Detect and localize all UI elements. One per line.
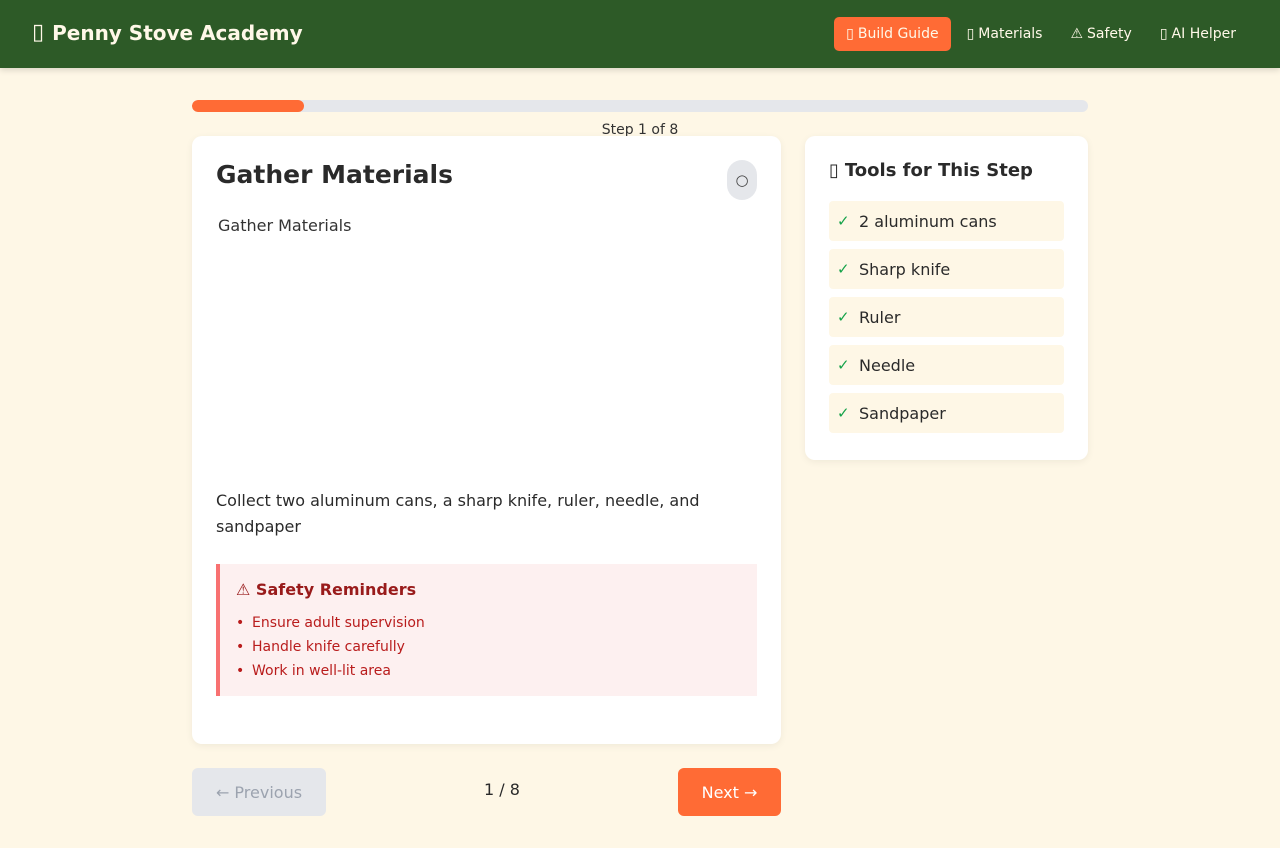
step-image: Gather Materials — [216, 216, 757, 466]
check-icon: ✓ — [837, 356, 850, 374]
tools-title: ▯ Tools for This Step — [829, 160, 1033, 181]
safety-list: • Ensure adult supervision • Handle knife … — [236, 611, 741, 683]
previous-button[interactable]: ← Previous — [192, 768, 326, 816]
page-indicator: 1 / 8 — [484, 780, 520, 799]
materials-icon: ▯ — [966, 26, 975, 42]
tool-item: ✓ Needle — [829, 345, 1064, 385]
tools-panel: ▯ Tools for This Step ✓ 2 aluminum cans ✓… — [805, 136, 1088, 460]
check-icon: ✓ — [837, 308, 850, 326]
circle-icon: ○ — [735, 171, 749, 189]
step-title: Gather Materials — [216, 160, 453, 189]
broken-image-placeholder: Gather Materials — [216, 216, 757, 235]
build-guide-icon: ▯ — [846, 26, 854, 42]
nav-label: Safety — [1087, 26, 1132, 42]
mark-complete-button[interactable]: ○ — [727, 160, 757, 200]
ai-helper-icon: ▯ — [1159, 26, 1168, 42]
step-description: Collect two aluminum cans, a sharp knife… — [216, 491, 700, 536]
brand-logo-icon: ▯ — [32, 20, 45, 45]
progress-bar — [192, 100, 1088, 112]
check-icon: ✓ — [837, 260, 850, 278]
brand[interactable]: ▯ Penny Stove Academy — [32, 20, 303, 45]
tool-item: ✓ Sandpaper — [829, 393, 1064, 433]
tool-item: ✓ 2 aluminum cans — [829, 201, 1064, 241]
safety-reminders-box: ⚠ Safety Reminders • Ensure adult supervi… — [216, 564, 757, 696]
nav-label: AI Helper — [1171, 26, 1236, 42]
top-navigation-bar: ▯ Penny Stove Academy ▯ Build Guide ▯ Ma… — [0, 0, 1280, 68]
nav-ai-helper[interactable]: ▯ AI Helper — [1148, 17, 1248, 51]
check-icon: ✓ — [837, 404, 850, 422]
main-nav: ▯ Build Guide ▯ Materials ⚠ Safety ▯ AI … — [834, 17, 1248, 51]
tools-icon: ▯ — [829, 160, 839, 181]
nav-label: Build Guide — [857, 26, 939, 42]
nav-materials[interactable]: ▯ Materials — [955, 17, 1055, 51]
safety-item: • Ensure adult supervision — [236, 615, 425, 631]
next-button[interactable]: Next → — [678, 768, 781, 816]
safety-item: • Work in well-lit area — [236, 663, 391, 679]
step-card: Gather Materials ○ Gather Materials Coll… — [192, 136, 781, 744]
brand-title: Penny Stove Academy — [52, 20, 303, 45]
progress-fill — [192, 100, 304, 112]
nav-safety[interactable]: ⚠ Safety — [1058, 17, 1143, 51]
warning-icon: ⚠ — [1070, 26, 1084, 42]
nav-build-guide[interactable]: ▯ Build Guide — [834, 17, 951, 51]
safety-item: • Handle knife carefully — [236, 639, 405, 655]
nav-label: Materials — [978, 26, 1043, 42]
image-alt-text: Gather Materials — [218, 216, 352, 235]
check-icon: ✓ — [837, 212, 850, 230]
tool-item: ✓ Ruler — [829, 297, 1064, 337]
safety-title: ⚠ Safety Reminders — [236, 580, 417, 599]
tool-item: ✓ Sharp knife — [829, 249, 1064, 289]
